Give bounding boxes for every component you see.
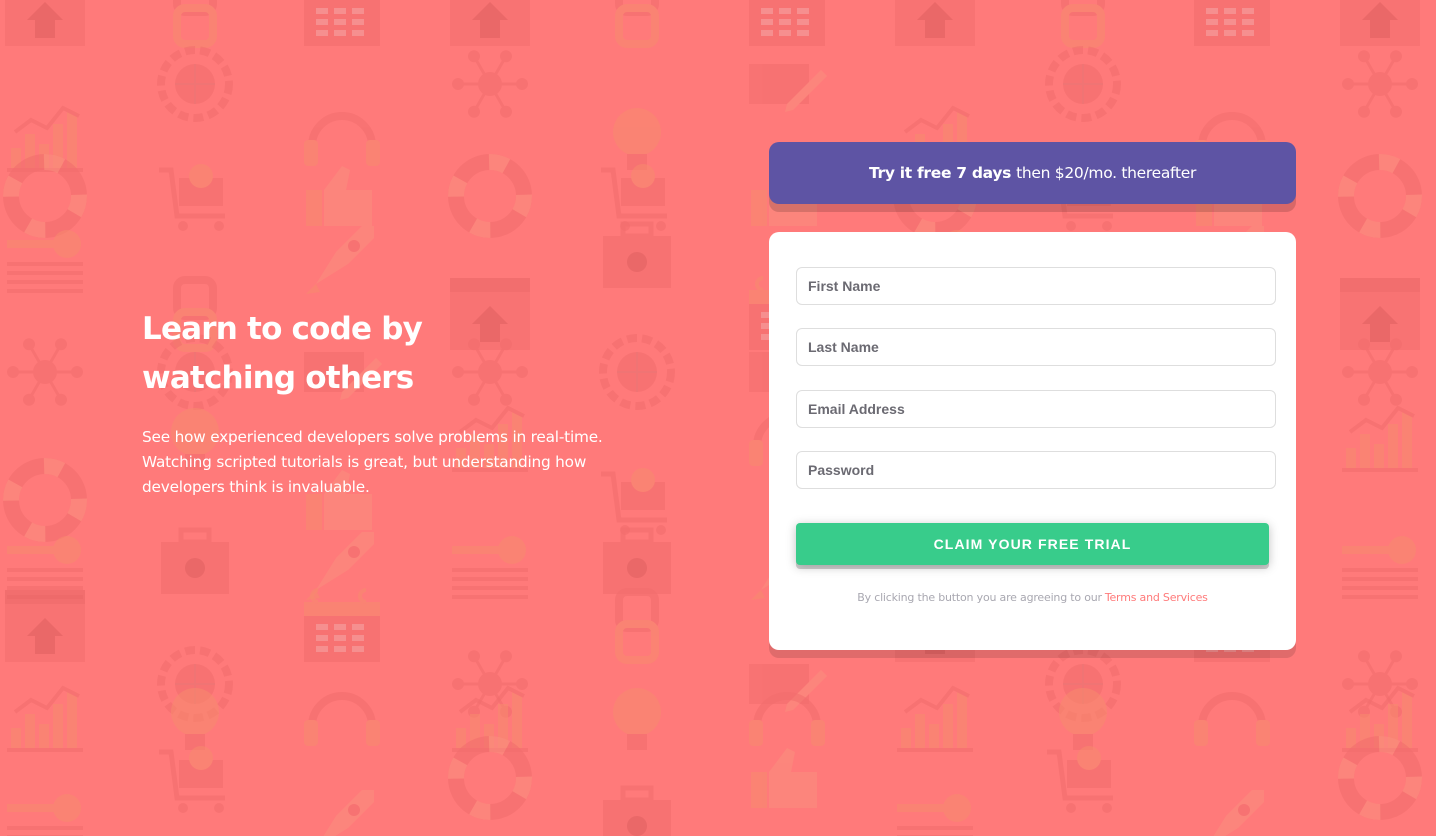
toolbox-icon bbox=[603, 221, 671, 288]
cart-icon bbox=[159, 746, 225, 813]
password-field[interactable] bbox=[796, 451, 1276, 489]
lifebuoy-icon bbox=[448, 154, 532, 238]
promo-price: then $20/mo. thereafter bbox=[1016, 164, 1197, 182]
chart-icon bbox=[897, 685, 973, 752]
browser-window-icon bbox=[450, 0, 530, 46]
link-icon bbox=[1061, 0, 1105, 48]
cart-icon bbox=[1047, 746, 1113, 813]
thumbs-up-icon bbox=[306, 166, 372, 226]
browser-window-icon bbox=[5, 590, 85, 662]
chart-icon bbox=[7, 685, 83, 752]
key-icon bbox=[1342, 536, 1418, 599]
key-icon bbox=[897, 794, 973, 836]
key-icon bbox=[7, 230, 83, 293]
email-input[interactable] bbox=[797, 391, 1275, 427]
globe-gear-icon bbox=[157, 46, 233, 122]
password-input[interactable] bbox=[797, 452, 1275, 488]
terms-link[interactable]: Terms and Services bbox=[1105, 591, 1208, 604]
toolbox-icon bbox=[161, 527, 229, 594]
link-icon bbox=[615, 588, 659, 664]
network-icon bbox=[1342, 50, 1418, 118]
email-field[interactable] bbox=[796, 390, 1276, 428]
lightbulb-icon bbox=[613, 688, 661, 750]
toolbox-icon bbox=[603, 785, 671, 836]
network-icon bbox=[452, 50, 528, 118]
browser-window-icon bbox=[1340, 278, 1420, 350]
lightbulb-icon bbox=[171, 688, 219, 750]
headset-icon bbox=[304, 692, 380, 746]
hero-title: Learn to code by watching others bbox=[142, 311, 423, 396]
lightbulb-icon bbox=[1059, 688, 1107, 750]
browser-window-icon bbox=[5, 0, 85, 46]
promo-banner: Try it free 7 days then $20/mo. thereaft… bbox=[769, 142, 1296, 204]
cart-icon bbox=[159, 164, 225, 231]
calendar-icon bbox=[1194, 0, 1270, 46]
hero-description: See how experienced developers solve pro… bbox=[142, 428, 603, 496]
promo-highlight: Try it free 7 days bbox=[868, 164, 1012, 182]
headset-icon bbox=[304, 112, 380, 166]
lifebuoy-icon bbox=[1338, 154, 1422, 238]
lifebuoy-icon bbox=[1338, 736, 1422, 820]
toolbox-icon bbox=[603, 527, 671, 594]
calendar-icon bbox=[304, 588, 380, 662]
key-icon bbox=[7, 794, 83, 836]
thumbs-up-icon bbox=[751, 748, 817, 808]
rocket-icon bbox=[323, 790, 374, 836]
first-name-field[interactable] bbox=[796, 267, 1276, 305]
rocket-icon bbox=[306, 226, 374, 294]
link-icon bbox=[615, 0, 659, 48]
calendar-icon bbox=[749, 0, 825, 46]
hero-section: Learn to code by watching others See how… bbox=[142, 305, 682, 500]
last-name-input[interactable] bbox=[797, 329, 1275, 365]
chart-icon bbox=[1342, 405, 1418, 472]
headset-icon bbox=[1194, 692, 1270, 746]
lifebuoy-icon bbox=[448, 736, 532, 820]
terms-notice: By clicking the button you are agreeing … bbox=[769, 591, 1296, 604]
lifebuoy-icon bbox=[3, 458, 87, 542]
lightbulb-icon bbox=[613, 108, 661, 170]
lifebuoy-icon bbox=[3, 154, 87, 238]
globe-gear-icon bbox=[1045, 46, 1121, 122]
key-icon bbox=[452, 536, 528, 599]
last-name-field[interactable] bbox=[796, 328, 1276, 366]
signup-form: CLAIM YOUR FREE TRIAL By clicking the bu… bbox=[769, 232, 1296, 650]
browser-window-icon bbox=[1340, 0, 1420, 46]
cart-icon bbox=[601, 164, 667, 231]
browser-window-icon bbox=[895, 0, 975, 46]
first-name-input[interactable] bbox=[797, 268, 1275, 304]
link-icon bbox=[173, 0, 217, 48]
network-icon bbox=[7, 338, 83, 406]
claim-free-trial-button[interactable]: CLAIM YOUR FREE TRIAL bbox=[796, 523, 1269, 565]
terms-text: By clicking the button you are agreeing … bbox=[857, 591, 1102, 604]
pencil-icon bbox=[749, 64, 827, 112]
key-icon bbox=[7, 536, 83, 599]
calendar-icon bbox=[304, 0, 380, 46]
rocket-icon bbox=[1213, 790, 1264, 836]
